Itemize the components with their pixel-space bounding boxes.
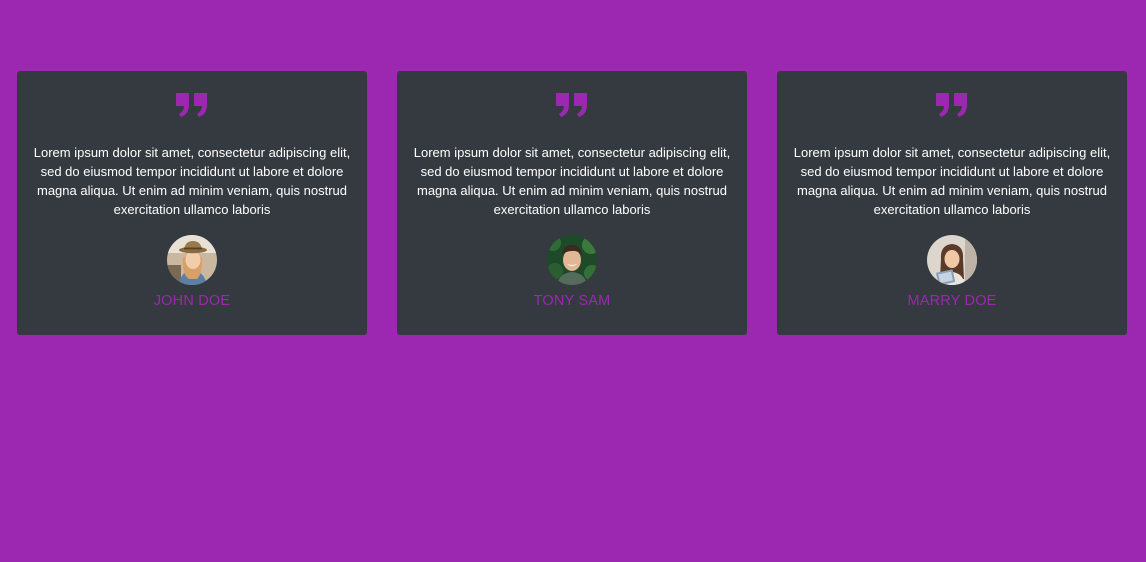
avatar — [927, 235, 977, 285]
avatar — [167, 235, 217, 285]
quote-icon — [556, 93, 587, 117]
author-name: MARRY DOE — [907, 293, 997, 309]
testimonial-text: Lorem ipsum dolor sit amet, consectetur … — [413, 145, 731, 217]
testimonial-text: Lorem ipsum dolor sit amet, consectetur … — [793, 145, 1111, 217]
quote-icon — [176, 93, 207, 117]
testimonials-row: Lorem ipsum dolor sit amet, consectetur … — [17, 71, 1127, 335]
author-name: TONY SAM — [533, 293, 611, 309]
avatar — [547, 235, 597, 285]
quote-icon — [936, 93, 967, 117]
testimonial-text: Lorem ipsum dolor sit amet, consectetur … — [33, 145, 351, 217]
testimonial-card: Lorem ipsum dolor sit amet, consectetur … — [777, 71, 1127, 335]
testimonial-card: Lorem ipsum dolor sit amet, consectetur … — [397, 71, 747, 335]
testimonial-card: Lorem ipsum dolor sit amet, consectetur … — [17, 71, 367, 335]
author-name: JOHN DOE — [153, 293, 231, 309]
